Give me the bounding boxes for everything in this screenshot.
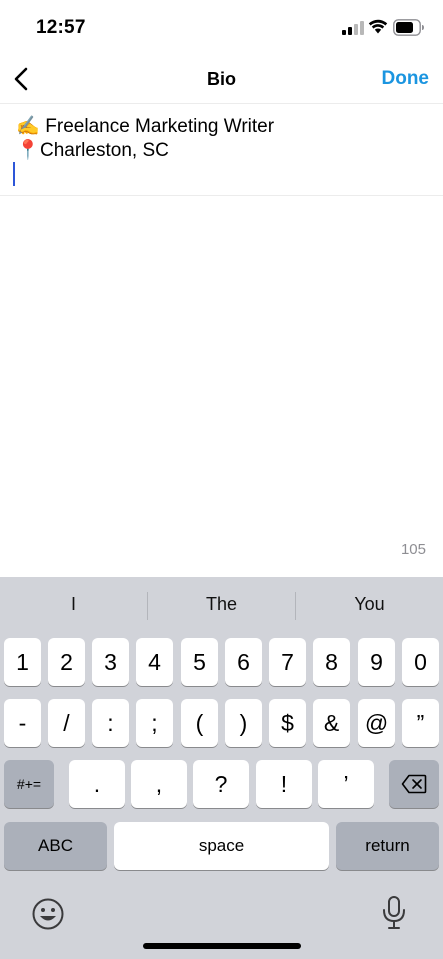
- pin-emoji: 📍: [16, 140, 40, 161]
- page-title: Bio: [207, 69, 236, 89]
- suggestion-item[interactable]: The: [148, 594, 295, 615]
- status-time: 12:57: [36, 17, 86, 38]
- key-ampersand[interactable]: &: [313, 699, 350, 747]
- key-open-paren[interactable]: (: [181, 699, 218, 747]
- key-period[interactable]: .: [69, 760, 125, 808]
- bio-line-text: Charleston, SC: [40, 140, 169, 161]
- return-key[interactable]: return: [336, 822, 439, 870]
- key-semicolon[interactable]: ;: [136, 699, 173, 747]
- key-4[interactable]: 4: [136, 638, 173, 686]
- key-apostrophe[interactable]: ’: [318, 760, 374, 808]
- delete-key[interactable]: [389, 760, 439, 808]
- bio-line-text: Freelance Marketing Writer: [45, 116, 275, 137]
- cellular-signal-icon: [342, 21, 364, 35]
- home-indicator: [143, 943, 301, 949]
- key-2[interactable]: 2: [48, 638, 85, 686]
- bio-text-field[interactable]: ✍️ Freelance Marketing Writer 📍Charlesto…: [0, 104, 443, 196]
- character-count: 105: [400, 541, 426, 558]
- key-comma[interactable]: ,: [131, 760, 187, 808]
- key-1[interactable]: 1: [4, 638, 41, 686]
- keyboard: I The You 1 2 3 4 5 6 7 8 9 0 - / : ; ( …: [0, 577, 443, 959]
- key-quote[interactable]: ”: [402, 699, 439, 747]
- key-7[interactable]: 7: [269, 638, 306, 686]
- key-hyphen[interactable]: -: [4, 699, 41, 747]
- key-5[interactable]: 5: [181, 638, 218, 686]
- key-8[interactable]: 8: [313, 638, 350, 686]
- bio-line: ✍️ Freelance Marketing Writer: [16, 115, 274, 139]
- suggestion-bar: I The You: [0, 577, 443, 633]
- writing-hand-emoji: ✍️: [16, 116, 40, 137]
- done-button[interactable]: Done: [382, 68, 430, 90]
- key-colon[interactable]: :: [92, 699, 129, 747]
- microphone-icon[interactable]: [380, 895, 408, 931]
- text-cursor: [13, 162, 15, 186]
- abc-key[interactable]: ABC: [4, 822, 107, 870]
- bio-line: 📍Charleston, SC: [16, 139, 169, 163]
- key-dollar[interactable]: $: [269, 699, 306, 747]
- suggestion-item[interactable]: I: [0, 594, 147, 615]
- key-at[interactable]: @: [358, 699, 395, 747]
- nav-bar: Bio Done: [0, 56, 443, 104]
- key-question[interactable]: ?: [193, 760, 249, 808]
- key-close-paren[interactable]: ): [225, 699, 262, 747]
- battery-icon: [393, 19, 424, 36]
- backspace-icon: [401, 774, 427, 794]
- key-9[interactable]: 9: [358, 638, 395, 686]
- key-slash[interactable]: /: [48, 699, 85, 747]
- suggestion-item[interactable]: You: [296, 594, 443, 615]
- key-6[interactable]: 6: [225, 638, 262, 686]
- emoji-face-icon[interactable]: [31, 897, 65, 931]
- more-symbols-key[interactable]: #+=: [4, 760, 54, 808]
- status-bar: 12:57: [0, 0, 443, 56]
- space-key[interactable]: space: [114, 822, 329, 870]
- key-exclamation[interactable]: !: [256, 760, 312, 808]
- key-3[interactable]: 3: [92, 638, 129, 686]
- key-0[interactable]: 0: [402, 638, 439, 686]
- wifi-icon: [368, 19, 388, 34]
